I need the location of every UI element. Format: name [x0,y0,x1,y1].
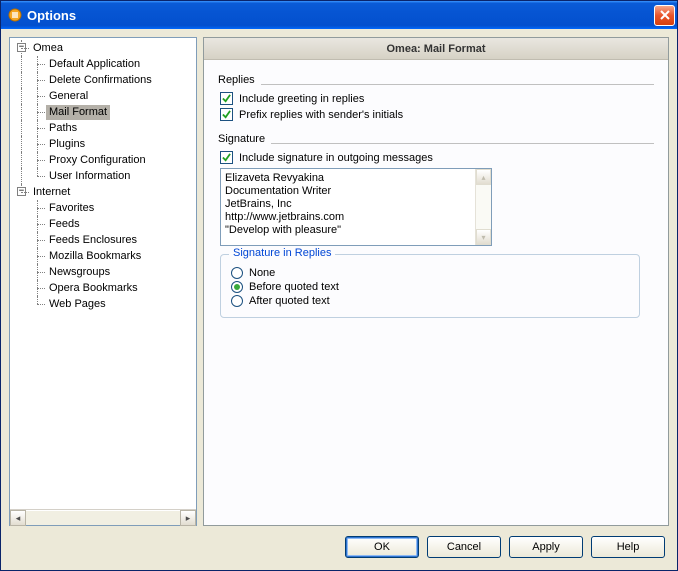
replies-section-label: Replies [218,74,255,86]
window-title: Options [27,8,654,23]
signature-in-replies-legend: Signature in Replies [229,247,335,259]
scroll-track[interactable] [26,510,180,525]
tree-item[interactable]: Feeds Enclosures [46,233,140,248]
tree-item[interactable]: Plugins [46,137,88,152]
signature-textarea[interactable]: Elizaveta Revyakina Documentation Writer… [220,168,492,246]
divider [271,143,654,144]
settings-panel: Omea: Mail Format Replies Include greeti… [203,37,669,526]
tree-item[interactable]: Opera Bookmarks [46,281,141,296]
category-tree[interactable]: − Omea Default ApplicationDelete Confirm… [10,38,196,509]
radio-before[interactable] [231,281,243,293]
include-greeting-label: Include greeting in replies [239,93,364,105]
include-signature-label: Include signature in outgoing messages [239,152,433,164]
tree-item[interactable]: Newsgroups [46,265,113,280]
include-greeting-checkbox[interactable] [220,92,233,105]
tree-item[interactable]: Feeds [46,217,83,232]
tree-horizontal-scrollbar[interactable]: ◂ ▸ [10,509,196,525]
dialog-button-row: OK Cancel Apply Help [3,528,675,568]
titlebar[interactable]: Options [1,1,677,29]
panel-title: Omea: Mail Format [204,38,668,60]
tree-item[interactable]: Proxy Configuration [46,153,149,168]
scroll-right-icon[interactable]: ▸ [180,510,196,526]
scroll-up-icon[interactable]: ▴ [476,169,491,185]
tree-item[interactable]: Mozilla Bookmarks [46,249,144,264]
tree-item[interactable]: Delete Confirmations [46,73,155,88]
tree-item[interactable]: Web Pages [46,297,109,312]
radio-before-label: Before quoted text [249,281,339,293]
help-button[interactable]: Help [591,536,665,558]
tree-item[interactable]: Default Application [46,57,143,72]
signature-text-content[interactable]: Elizaveta Revyakina Documentation Writer… [221,169,475,245]
radio-after[interactable] [231,295,243,307]
expander-omea[interactable]: − [17,43,26,52]
radio-none-label: None [249,267,275,279]
include-signature-checkbox[interactable] [220,151,233,164]
radio-none[interactable] [231,267,243,279]
prefix-initials-checkbox[interactable] [220,108,233,121]
tree-item[interactable]: General [46,89,91,104]
close-button[interactable] [654,5,675,26]
app-icon [7,7,23,23]
scroll-down-icon[interactable]: ▾ [476,229,491,245]
radio-after-label: After quoted text [249,295,330,307]
expander-internet[interactable]: − [17,187,26,196]
tree-item[interactable]: Paths [46,121,80,136]
ok-button[interactable]: OK [345,536,419,558]
category-tree-panel: − Omea Default ApplicationDelete Confirm… [9,37,197,526]
scroll-left-icon[interactable]: ◂ [10,510,26,526]
signature-section-label: Signature [218,133,265,145]
signature-in-replies-group: Signature in Replies None Before quoted … [220,254,640,318]
tree-item[interactable]: Favorites [46,201,97,216]
apply-button[interactable]: Apply [509,536,583,558]
options-window: Options − Omea Default ApplicationDelete… [0,0,678,571]
tree-node-internet[interactable]: Internet [30,185,73,200]
tree-node-omea[interactable]: Omea [30,41,66,56]
tree-item[interactable]: User Information [46,169,133,184]
textarea-vertical-scrollbar[interactable]: ▴ ▾ [475,169,491,245]
cancel-button[interactable]: Cancel [427,536,501,558]
client-area: − Omea Default ApplicationDelete Confirm… [1,29,677,570]
prefix-initials-label: Prefix replies with sender's initials [239,109,403,121]
divider [261,84,654,85]
tree-item[interactable]: Mail Format [46,105,110,120]
